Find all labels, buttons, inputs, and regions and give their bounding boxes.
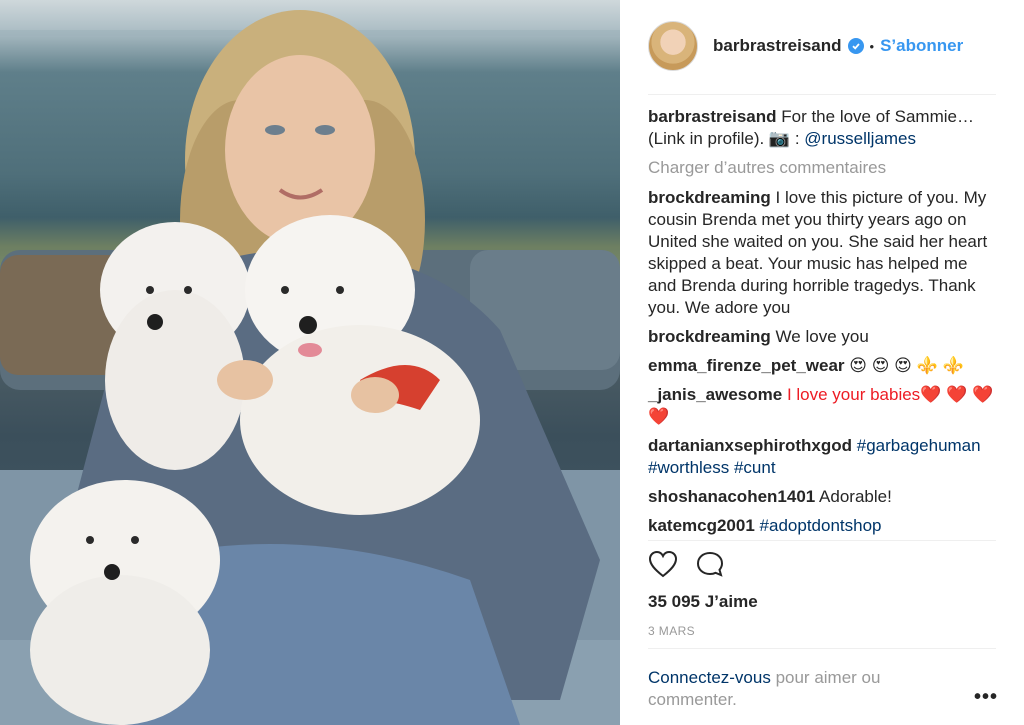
likes-count[interactable]: 35 095 J’aime xyxy=(648,592,758,612)
comment-username[interactable]: shoshanacohen1401 xyxy=(648,487,815,506)
more-options-icon[interactable]: ••• xyxy=(974,686,998,709)
comment-username[interactable]: _janis_awesome xyxy=(648,385,782,404)
post-date: 3 MARS xyxy=(648,624,696,638)
separator-dot: • xyxy=(869,38,875,54)
comments-list: barbrastreisand For the love of Sammie…(… xyxy=(648,106,996,544)
footer-divider xyxy=(648,648,996,649)
comment-username[interactable]: katemcg2001 xyxy=(648,516,755,535)
caption-mention[interactable]: @russelljames xyxy=(804,129,916,148)
comment-item: emma_firenze_pet_wear 😍 😍 😍 ⚜️ ⚜️ xyxy=(648,355,996,377)
post-header: barbrastreisand • S’abonner xyxy=(648,18,996,74)
comment-text: 😍 😍 😍 ⚜️ ⚜️ xyxy=(849,356,964,375)
comment-text: Adorable! xyxy=(819,487,892,506)
header-username[interactable]: barbrastreisand xyxy=(713,36,842,56)
comment-username[interactable]: dartanianxsephirothxgod xyxy=(648,436,852,455)
header-divider xyxy=(648,94,996,95)
post-photo[interactable] xyxy=(0,0,620,725)
comment-item: dartanianxsephirothxgod #garbagehuman #w… xyxy=(648,435,996,479)
comment-hashtags[interactable]: #adoptdontshop xyxy=(760,516,882,535)
actions-divider xyxy=(648,540,996,541)
comment-icon[interactable] xyxy=(695,550,725,583)
avatar[interactable] xyxy=(648,21,698,71)
comment-text: We love you xyxy=(775,327,869,346)
login-prompt: Connectez-vous pour aimer ou commenter. xyxy=(648,667,948,711)
heart-icon[interactable] xyxy=(648,550,678,583)
instagram-post: barbrastreisand • S’abonner barbrastreis… xyxy=(0,0,1024,725)
comment-username[interactable]: emma_firenze_pet_wear xyxy=(648,356,845,375)
follow-button[interactable]: S’abonner xyxy=(880,36,963,56)
caption-username[interactable]: barbrastreisand xyxy=(648,107,777,126)
post-side-panel: barbrastreisand • S’abonner barbrastreis… xyxy=(620,0,1024,725)
caption: barbrastreisand For the love of Sammie…(… xyxy=(648,106,996,150)
action-bar xyxy=(648,550,725,583)
comment-username[interactable]: brockdreaming xyxy=(648,188,771,207)
comment-username[interactable]: brockdreaming xyxy=(648,327,771,346)
comment-item: shoshanacohen1401 Adorable! xyxy=(648,486,996,508)
comment-item: katemcg2001 #adoptdontshop xyxy=(648,515,996,537)
login-link[interactable]: Connectez-vous xyxy=(648,668,771,687)
photo-illustration xyxy=(0,10,620,725)
load-more-comments-button[interactable]: Charger d’autres commentaires xyxy=(648,157,996,179)
verified-badge-icon xyxy=(847,38,864,54)
comment-item: brockdreaming We love you xyxy=(648,326,996,348)
comment-item: brockdreaming I love this picture of you… xyxy=(648,187,996,319)
comment-item: _janis_awesome I love your babies❤️ ❤️ ❤… xyxy=(648,384,996,428)
comment-text: I love this picture of you. My cousin Br… xyxy=(648,188,988,317)
